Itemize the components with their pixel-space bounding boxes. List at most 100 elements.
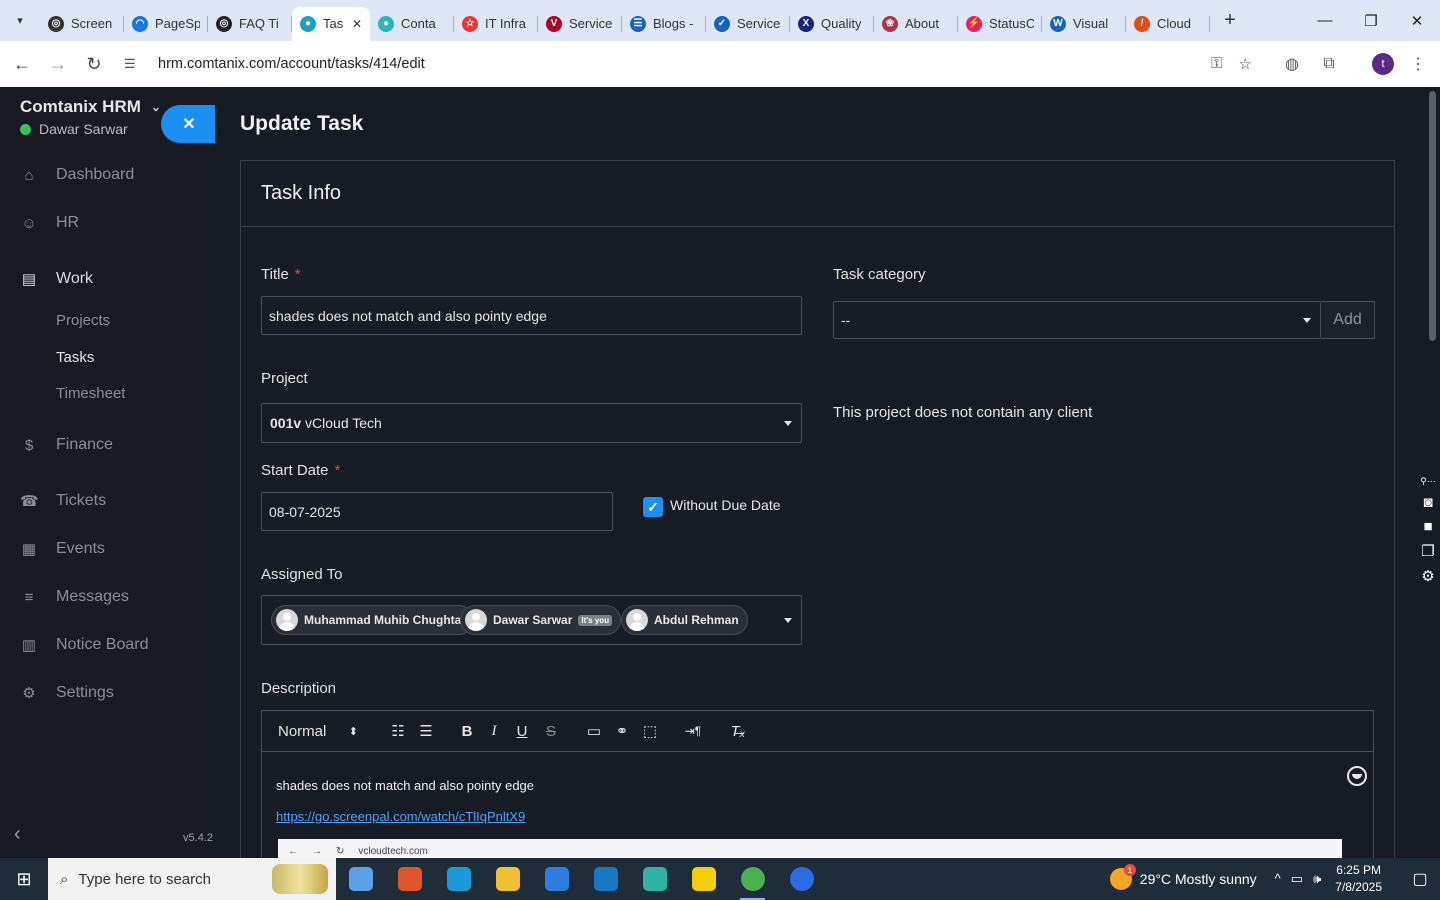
- browser-tab[interactable]: / Cloud: [1126, 7, 1210, 41]
- without-due-date-checkbox[interactable]: ✓: [643, 497, 663, 517]
- bullet-list-icon[interactable]: ☰: [416, 721, 436, 741]
- extensions-puzzle-icon[interactable]: ⧉: [1314, 49, 1344, 79]
- clear-format-icon[interactable]: T̶ₓ: [729, 721, 747, 741]
- windows-start-button[interactable]: ⊞: [0, 858, 48, 900]
- browser-tab[interactable]: ☆ IT Infra: [454, 7, 538, 41]
- reload-button[interactable]: ↻: [76, 46, 112, 82]
- link-icon[interactable]: ⚭: [613, 721, 631, 741]
- assignee-chip[interactable]: Muhammad Muhib Chughtai: [271, 605, 474, 635]
- emoji-icon[interactable]: [1347, 766, 1367, 786]
- strikethrough-icon[interactable]: S: [543, 721, 559, 741]
- brand-switcher[interactable]: Comtanix HRM ⌄: [20, 97, 161, 117]
- sidebar-subitem-timesheet[interactable]: Timesheet: [56, 385, 125, 402]
- close-window-button[interactable]: ✕: [1394, 0, 1440, 41]
- project-select[interactable]: 001v vCloud Tech: [261, 403, 802, 443]
- start-date-input[interactable]: 08-07-2025: [261, 492, 613, 531]
- taskbar-search[interactable]: ⌕ Type here to search: [48, 858, 336, 900]
- browser-tab[interactable]: ⚡ StatusC: [958, 7, 1042, 41]
- scrollbar-thumb[interactable]: [1429, 91, 1436, 341]
- sidebar-item-tickets[interactable]: ☎ Tickets: [20, 492, 106, 510]
- format-select[interactable]: Normal ⬍: [278, 721, 358, 741]
- assignee-chip[interactable]: Abdul Rehman: [621, 605, 748, 635]
- without-due-date-label[interactable]: Without Due Date: [670, 497, 781, 513]
- clock-time: 6:25 PM: [1336, 863, 1381, 877]
- back-button[interactable]: ←: [4, 46, 40, 82]
- tab-search-button[interactable]: ▾: [6, 7, 34, 35]
- extension-globe-icon[interactable]: ◍: [1277, 49, 1307, 79]
- browser-tab[interactable]: V Service: [538, 7, 622, 41]
- window-capture-icon[interactable]: ❐: [1421, 542, 1434, 560]
- taskbar-app[interactable]: [483, 858, 532, 900]
- sidebar-subitem-projects[interactable]: Projects: [56, 312, 110, 329]
- sidebar-close-button[interactable]: ✕: [161, 105, 217, 143]
- taskbar-app[interactable]: [581, 858, 630, 900]
- browser-tab[interactable]: W Visual: [1042, 7, 1126, 41]
- taskbar-app[interactable]: [777, 858, 826, 900]
- weather-widget[interactable]: 29°C Mostly sunny: [1109, 864, 1257, 890]
- password-key-icon[interactable]: ⚿: [1211, 55, 1222, 73]
- taskbar-app[interactable]: [679, 858, 728, 900]
- network-icon[interactable]: ▭: [1291, 871, 1303, 887]
- add-category-button[interactable]: Add: [1321, 301, 1375, 339]
- italic-icon[interactable]: I: [487, 721, 501, 741]
- ordered-list-icon[interactable]: ☷: [388, 721, 408, 741]
- video-icon[interactable]: ■: [1423, 518, 1432, 535]
- forward-button[interactable]: →: [40, 46, 76, 82]
- description-link[interactable]: https://go.screenpal.com/watch/cTlIqPnlt…: [276, 809, 525, 824]
- browser-tab[interactable]: ◎ FAQ Ti: [208, 7, 292, 41]
- taskbar-app[interactable]: [630, 858, 679, 900]
- site-info-icon[interactable]: ☰: [124, 56, 148, 72]
- sidebar-item-dashboard[interactable]: ⌂ Dashboard: [20, 166, 134, 184]
- minimize-button[interactable]: —: [1302, 0, 1348, 41]
- browser-tab[interactable]: ● Tas ✕: [292, 6, 370, 41]
- sidebar-item-work[interactable]: ▤ Work: [20, 270, 93, 288]
- browser-tab[interactable]: ● Conta: [370, 7, 454, 41]
- browser-tab[interactable]: ✓ Service: [706, 7, 790, 41]
- taskbar-app[interactable]: [728, 858, 777, 900]
- sidebar-item-events[interactable]: ▦ Events: [20, 540, 105, 558]
- sidebar-item-messages[interactable]: ≡ Messages: [20, 588, 129, 606]
- gear-icon[interactable]: ⚙: [1421, 567, 1434, 585]
- close-tab-icon[interactable]: ✕: [352, 17, 362, 31]
- app-icon: [397, 867, 422, 891]
- browser-tab[interactable]: ◎ Screen: [40, 7, 124, 41]
- more-icon[interactable]: ⚲⋯: [1420, 476, 1436, 487]
- taskbar-app[interactable]: [336, 858, 385, 900]
- collapse-sidebar-chevron-icon[interactable]: ‹: [14, 823, 21, 846]
- sidebar-item-settings[interactable]: ⚙ Settings: [20, 684, 114, 702]
- browser-tab[interactable]: X Quality: [790, 7, 874, 41]
- description-text[interactable]: shades does not match and also pointy ed…: [276, 778, 534, 793]
- url-text[interactable]: hrm.comtanix.com/account/tasks/414/edit: [158, 56, 425, 72]
- tab-favicon-icon: ●: [378, 15, 394, 32]
- taskbar-app[interactable]: [532, 858, 581, 900]
- browser-tab[interactable]: ❀ About: [874, 7, 958, 41]
- speaker-icon[interactable]: 🕪: [1313, 871, 1321, 887]
- sidebar-item-notice-board[interactable]: ▥ Notice Board: [20, 636, 149, 654]
- notification-icon[interactable]: ▢: [1400, 869, 1440, 889]
- image-icon[interactable]: ⬚: [641, 721, 659, 741]
- chevron-up-icon[interactable]: ^: [1275, 871, 1281, 887]
- sidebar-item-hr[interactable]: ☺ HR: [20, 214, 79, 232]
- browser-menu-button[interactable]: ⋮: [1403, 49, 1433, 79]
- sidebar-subitem-tasks[interactable]: Tasks: [56, 349, 94, 366]
- bold-icon[interactable]: B: [458, 721, 476, 741]
- task-category-select[interactable]: --: [833, 301, 1321, 339]
- profile-button[interactable]: t: [1368, 49, 1398, 79]
- system-clock[interactable]: 6:25 PM 7/8/2025: [1335, 862, 1382, 896]
- browser-tab[interactable]: ☰ Blogs -: [622, 7, 706, 41]
- assignee-chip[interactable]: Dawar Sarwar It's you: [460, 605, 622, 635]
- sidebar-item-finance[interactable]: $ Finance: [20, 436, 113, 454]
- page-scrollbar[interactable]: [1420, 87, 1440, 858]
- taskbar-app[interactable]: [385, 858, 434, 900]
- browser-tab[interactable]: ◠ PageSp: [124, 7, 208, 41]
- title-input[interactable]: shades does not match and also pointy ed…: [261, 296, 802, 335]
- underline-icon[interactable]: U: [514, 721, 530, 741]
- maximize-button[interactable]: ❐: [1348, 0, 1394, 41]
- camera-icon[interactable]: ◙: [1423, 494, 1432, 511]
- bookmark-star-icon[interactable]: ☆: [1239, 55, 1252, 73]
- blockquote-icon[interactable]: ▭: [585, 721, 603, 741]
- new-tab-button[interactable]: +: [1216, 7, 1244, 35]
- omnibox[interactable]: ☰ hrm.comtanix.com/account/tasks/414/edi…: [120, 47, 1266, 81]
- taskbar-app[interactable]: [434, 858, 483, 900]
- text-direction-icon[interactable]: ⇥¶: [683, 721, 703, 741]
